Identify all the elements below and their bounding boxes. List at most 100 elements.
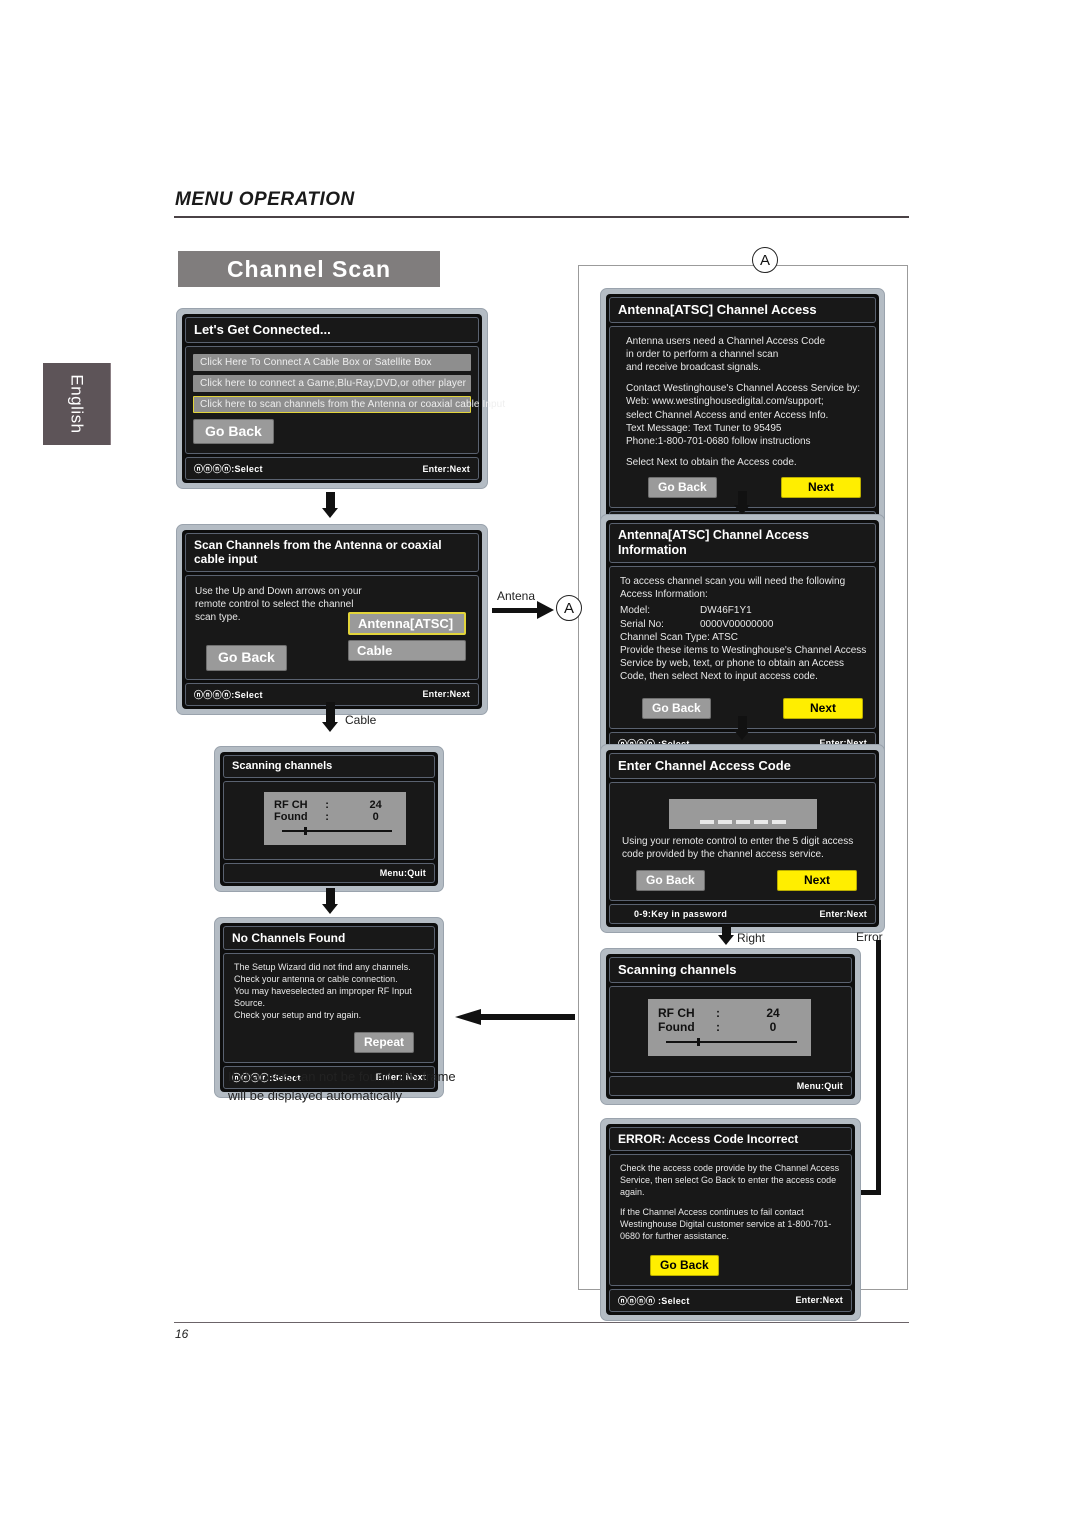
rf-ch-value: 24 — [766, 1005, 780, 1020]
dialog-scanning-left: Scanning channels RF CH : 24 Found : 0 M… — [214, 746, 444, 893]
dialog-body: Antenna users need a Channel Access Code… — [609, 325, 876, 509]
found-colon: : — [325, 811, 329, 824]
go-back-button[interactable]: Go Back — [193, 418, 274, 445]
link-connect-cable-box[interactable]: Click Here To Connect A Cable Box or Sat… — [193, 353, 471, 371]
repeat-button[interactable]: Repeat — [353, 1031, 414, 1053]
scan-progress-panel: RF CH : 24 Found : 0 — [264, 792, 406, 846]
found-value: 0 — [372, 811, 379, 824]
option-cable[interactable]: Cable — [348, 639, 466, 661]
serial-label: Serial No: — [620, 618, 664, 630]
dialog-footer: 0-9:Key in password Enter:Next — [609, 903, 876, 924]
dialog-inner: Let's Get Connected... Click Here To Con… — [182, 314, 505, 484]
arrow-scantype-to-scanning — [322, 702, 338, 732]
next-button[interactable]: Next — [782, 697, 863, 719]
model-label: Model: — [620, 605, 651, 617]
link-scan-antenna[interactable]: Click here to scan channels from the Ant… — [193, 395, 505, 413]
dialog-title: Antenna[ATSC] Channel Access Information — [609, 523, 876, 563]
dialog-inner: Scanning channels RF CH : 24 Found : 0 M… — [220, 752, 438, 887]
error-connector-vertical — [876, 940, 881, 1195]
dialog-enter-access-code: Enter Channel Access Code Using your rem… — [600, 744, 885, 933]
language-tab: English — [43, 363, 111, 445]
arrow-entercode-to-scanning — [718, 925, 734, 945]
select-hint: ⓝⓝⓝⓝ:Select — [194, 464, 263, 475]
dialog-body: Using your remote control to enter the 5… — [609, 781, 876, 901]
dialog-scanning-right: Scanning channels RF CH : 24 Found : 0 M… — [600, 948, 861, 1105]
dialog-scan-channel-type: Scan Channels from the Antenna or coaxia… — [176, 524, 488, 715]
progress-row: Found : 0 — [274, 811, 396, 823]
right-branch-label: Right — [737, 931, 766, 945]
dialog-footer: ⓝⓝⓝⓝ :Select Enter:Next — [609, 1288, 852, 1312]
progress-row: RF CH : 24 — [658, 1006, 801, 1020]
scan-type-line: Channel Scan Type: ATSC — [620, 631, 739, 643]
progress-knob — [303, 827, 307, 836]
rf-ch-label: RF CH — [274, 799, 308, 812]
next-button[interactable]: Next — [780, 477, 861, 499]
link-connect-player[interactable]: Click here to connect a Game,Blu-Ray,DVD… — [193, 374, 471, 392]
no-channels-line-1: The Setup Wizard did not find any channe… — [234, 962, 411, 973]
found-value: 0 — [769, 1019, 777, 1034]
marker-a-right: A — [752, 247, 778, 273]
enter-code-instructions: Using your remote control to enter the 5… — [622, 835, 854, 860]
dialog-body: Use the Up and Down arrows on your remot… — [185, 574, 479, 680]
dialog-title: Scan Channels from the Antenna or coaxia… — [185, 533, 479, 572]
enter-hint: Enter:Next — [422, 463, 470, 474]
access-paragraph-1: Antenna users need a Channel Access Code… — [626, 335, 826, 373]
dialog-title: Antenna[ATSC] Channel Access — [609, 297, 876, 323]
access-paragraph-2: Contact Westinghouse's Channel Access Se… — [626, 383, 861, 447]
select-hint: ⓝⓝⓝⓝ :Select — [618, 1295, 690, 1306]
go-back-button[interactable]: Go Back — [648, 477, 717, 499]
go-back-button[interactable]: Go Back — [636, 869, 705, 891]
dialog-lets-get-connected: Let's Get Connected... Click Here To Con… — [176, 308, 505, 490]
next-button[interactable]: Next — [776, 869, 857, 891]
error-paragraph-1: Check the access code provide by the Cha… — [620, 1163, 840, 1198]
dialog-body: Check the access code provide by the Cha… — [609, 1154, 852, 1286]
arrow-connected-to-scantype — [322, 492, 338, 518]
enter-hint: Enter:Next — [819, 908, 867, 919]
found-label: Found — [658, 1019, 695, 1034]
title-divider — [174, 216, 909, 218]
dialog-title: No Channels Found — [223, 926, 435, 951]
dialog-inner: No Channels Found The Setup Wizard did n… — [220, 923, 438, 1092]
marker-a-left: A — [556, 595, 582, 621]
dialog-title: Let's Get Connected... — [185, 317, 479, 343]
dialog-body: The Setup Wizard did not find any channe… — [223, 953, 435, 1063]
dialog-title: Scanning channels — [223, 755, 435, 779]
scan-progress-bar — [274, 826, 396, 836]
no-channels-line-3: You may haveselected an improper RF Inpu… — [234, 986, 412, 1009]
menu-quit-hint: Menu:Quit — [379, 868, 426, 879]
dialog-body: RF CH : 24 Found : 0 — [609, 985, 852, 1073]
go-back-button[interactable]: Go Back — [650, 1254, 719, 1276]
dialog-inner: ERROR: Access Code Incorrect Check the a… — [606, 1124, 855, 1315]
access-info-intro: To access channel scan you will need the… — [620, 576, 846, 601]
option-antenna-atsc[interactable]: Antenna[ATSC] — [348, 611, 466, 635]
access-code-input[interactable] — [668, 798, 817, 829]
dialog-error-access-code: ERROR: Access Code Incorrect Check the a… — [600, 1118, 861, 1321]
rf-ch-colon: : — [716, 1005, 720, 1020]
arrow-scanning-to-nochannels — [322, 888, 338, 914]
marker-a-label: A — [563, 599, 574, 617]
channel-scan-banner-label: Channel Scan — [226, 255, 392, 282]
page-number: 16 — [175, 1327, 189, 1341]
access-code-digits — [699, 819, 786, 824]
dialog-body: RF CH : 24 Found : 0 — [223, 781, 435, 861]
go-back-button[interactable]: Go Back — [642, 697, 711, 719]
scan-progress-bar — [658, 1037, 801, 1047]
progress-knob — [697, 1037, 701, 1046]
dialog-inner: Scanning channels RF CH : 24 Found : 0 M… — [606, 954, 855, 1099]
menu-quit-hint: Menu:Quit — [796, 1080, 843, 1091]
scan-type-instructions: Use the Up and Down arrows on your remot… — [195, 585, 362, 624]
no-channels-note: If channels can not be found, this frame… — [228, 1069, 456, 1103]
page-title: MENU OPERATION — [175, 189, 355, 210]
rf-ch-value: 24 — [369, 799, 382, 812]
arrow-access-to-info — [734, 491, 750, 515]
error-paragraph-2: If the Channel Access continues to fail … — [620, 1207, 832, 1241]
dialog-inner: Scan Channels from the Antenna or coaxia… — [182, 530, 482, 709]
enter-hint: Enter:Next — [422, 689, 470, 700]
progress-row: RF CH : 24 — [274, 799, 396, 811]
found-colon: : — [716, 1019, 720, 1034]
cable-connector-label: Cable — [345, 713, 377, 727]
scan-progress-panel: RF CH : 24 Found : 0 — [648, 998, 811, 1056]
access-info-outro: Provide these items to Westinghouse's Ch… — [620, 644, 867, 683]
found-label: Found — [274, 811, 308, 824]
go-back-button[interactable]: Go Back — [206, 645, 287, 671]
